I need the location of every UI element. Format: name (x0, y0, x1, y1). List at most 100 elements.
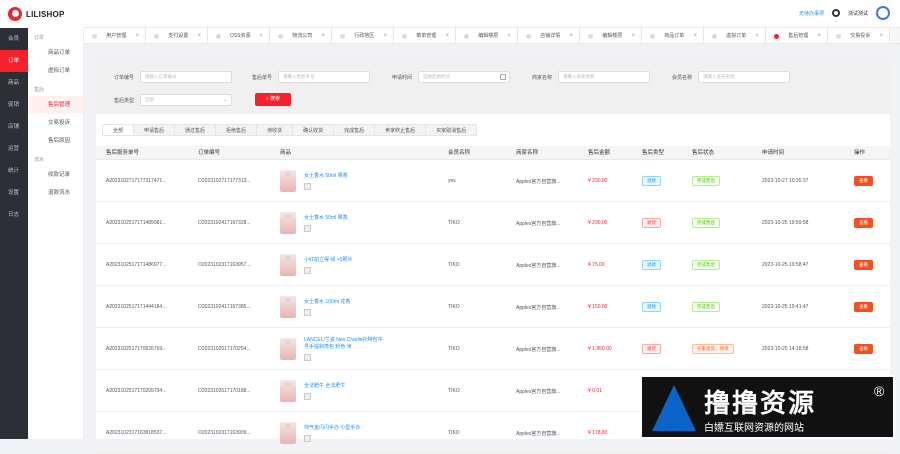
primary-nav-item[interactable]: 日志 (0, 204, 28, 226)
status-tab[interactable]: 通过售后 (174, 124, 217, 136)
status-tab[interactable]: 待收货 (256, 124, 294, 136)
product-image[interactable] (280, 170, 296, 192)
primary-nav-item[interactable]: 店铺 (0, 116, 28, 138)
secondary-nav-item[interactable]: 收款记录 (28, 166, 83, 184)
view-button[interactable]: 查看 (854, 344, 873, 354)
tab-item[interactable]: 用户管理 × (84, 28, 146, 43)
type-select[interactable]: 全部 ⌄ (140, 94, 233, 106)
member-input[interactable]: 请输入会员名称 (698, 71, 791, 83)
search-button[interactable]: ⌕ 搜索 (255, 93, 291, 106)
gear-icon[interactable] (831, 9, 840, 17)
seller-input[interactable]: 请输入商家名称 (558, 71, 651, 83)
primary-nav-item[interactable]: 运营 (0, 138, 28, 160)
product-image[interactable] (280, 212, 296, 234)
view-button[interactable]: 查看 (854, 302, 873, 312)
product-name[interactable]: LANCEL/兰姿 Neo Charlie托特包中号手提斜挎包 粉色 米 (304, 337, 384, 351)
tab-item[interactable]: 编辑楼层 × (580, 28, 642, 43)
avatar[interactable] (876, 6, 890, 20)
close-icon[interactable]: × (197, 28, 201, 43)
primary-nav-item[interactable]: 设置 (0, 182, 28, 204)
status-tab[interactable]: 完成售后 (333, 124, 376, 136)
apply-time-picker[interactable]: 选择起始时间 (418, 71, 511, 83)
primary-nav-item[interactable]: 会员 (0, 28, 28, 50)
status-tab[interactable]: 买家取消售后 (425, 124, 478, 136)
tab-item[interactable]: 虚拟订单 × (704, 28, 766, 43)
status-tab[interactable]: 确认收货 (292, 124, 335, 136)
tab-item[interactable]: OSS资源 × (208, 28, 270, 43)
tab-dot-icon (712, 33, 717, 39)
tab-item[interactable]: 商品订单 × (642, 28, 704, 43)
tab-label: 交易投诉 (850, 33, 871, 39)
tab-dot-icon (526, 33, 531, 39)
product-cell: 帅气金闪闪手办 小型手办 (280, 412, 384, 454)
status-tab[interactable]: 申请售后 (133, 124, 176, 136)
status-cell: 完成售后 (692, 160, 720, 202)
tab-item[interactable]: 菜单管理 × (394, 28, 456, 43)
product-checkbox[interactable] (304, 308, 311, 316)
primary-nav-item[interactable]: 订单 (0, 50, 28, 72)
logo-icon (8, 7, 22, 21)
tab-item[interactable]: 行政地区 × (332, 28, 394, 43)
order-no: O2023102417167328... (198, 220, 251, 226)
product-checkbox[interactable] (304, 266, 311, 274)
primary-nav-item[interactable]: 统计 (0, 160, 28, 182)
todo-message[interactable]: 无待办事项 (799, 10, 824, 17)
logo[interactable]: LILISHOP (0, 0, 84, 28)
product-name[interactable]: 女士香水 50ml 果香 (304, 215, 384, 222)
secondary-nav-item[interactable]: 售后原因 (28, 132, 83, 150)
view-button[interactable]: 查看 (854, 218, 873, 228)
product-name[interactable]: 女士香水 100ml 花香 (304, 299, 384, 306)
status-tab[interactable]: 全部 (102, 124, 135, 136)
product-image[interactable] (280, 338, 296, 360)
primary-nav-item[interactable]: 促销 (0, 94, 28, 116)
product-checkbox[interactable] (304, 434, 311, 442)
close-icon[interactable]: × (755, 28, 759, 43)
close-icon[interactable]: × (569, 28, 573, 43)
close-icon[interactable]: × (507, 28, 511, 43)
product-name[interactable]: 小红拍立得 绿 +5照片 (304, 257, 384, 264)
product-name[interactable]: 帅气金闪闪手办 小型手办 (304, 425, 384, 432)
primary-nav-item[interactable]: 商品 (0, 72, 28, 94)
tab-item[interactable]: 物流公司 × (270, 28, 332, 43)
tab-item[interactable]: 店铺详情 × (518, 28, 580, 43)
calendar-icon (500, 74, 507, 80)
tab-item[interactable]: 售后管理 × (766, 28, 828, 43)
close-icon[interactable]: × (259, 28, 263, 43)
aftersale-no-input[interactable]: 请输入售后单号 (278, 71, 371, 83)
tab-item[interactable]: 编辑楼层 × (456, 28, 518, 43)
type-badge: 退款 (642, 260, 661, 270)
product-image[interactable] (280, 422, 296, 444)
product-image[interactable] (280, 380, 296, 402)
close-icon[interactable]: × (321, 28, 325, 43)
close-icon[interactable]: × (817, 28, 821, 43)
product-checkbox[interactable] (304, 224, 311, 232)
user-name[interactable]: 测试测试 (848, 10, 868, 17)
secondary-nav-item[interactable]: 虚拟订单 (28, 62, 83, 80)
product-image[interactable] (280, 296, 296, 318)
product-checkbox[interactable] (304, 182, 311, 190)
view-button[interactable]: 查看 (854, 260, 873, 270)
view-button[interactable]: 查看 (854, 176, 873, 186)
tab-item[interactable]: 交易投诉 × (828, 28, 890, 43)
secondary-nav-item[interactable]: 交易投诉 (28, 114, 83, 132)
secondary-nav-item[interactable]: 退款流水 (28, 184, 83, 202)
close-icon[interactable]: × (383, 28, 387, 43)
product-name[interactable]: 全法肥牛 全法肥牛 (304, 383, 384, 390)
secondary-nav-item[interactable]: 售后管理 (28, 96, 83, 114)
close-icon[interactable]: × (445, 28, 449, 43)
product-image[interactable] (280, 254, 296, 276)
product-checkbox[interactable] (304, 354, 311, 361)
type-select-value: 全部 (145, 97, 155, 102)
status-tab[interactable]: 卖家终止售后 (374, 124, 427, 136)
close-icon[interactable]: × (135, 28, 139, 43)
tab-item[interactable]: 支付设置 × (146, 28, 208, 43)
status-tab[interactable]: 拒绝售后 (215, 124, 258, 136)
close-icon[interactable]: × (631, 28, 635, 43)
product-checkbox[interactable] (304, 392, 311, 400)
close-icon[interactable]: × (879, 28, 883, 43)
secondary-nav-item[interactable]: 商品订单 (28, 44, 83, 62)
product-name[interactable]: 女士香水 50ml 果香 (304, 173, 384, 180)
order-no-input[interactable]: 请输入订单编号 (140, 71, 233, 83)
tab-label: 编辑楼层 (478, 33, 499, 39)
close-icon[interactable]: × (693, 28, 697, 43)
